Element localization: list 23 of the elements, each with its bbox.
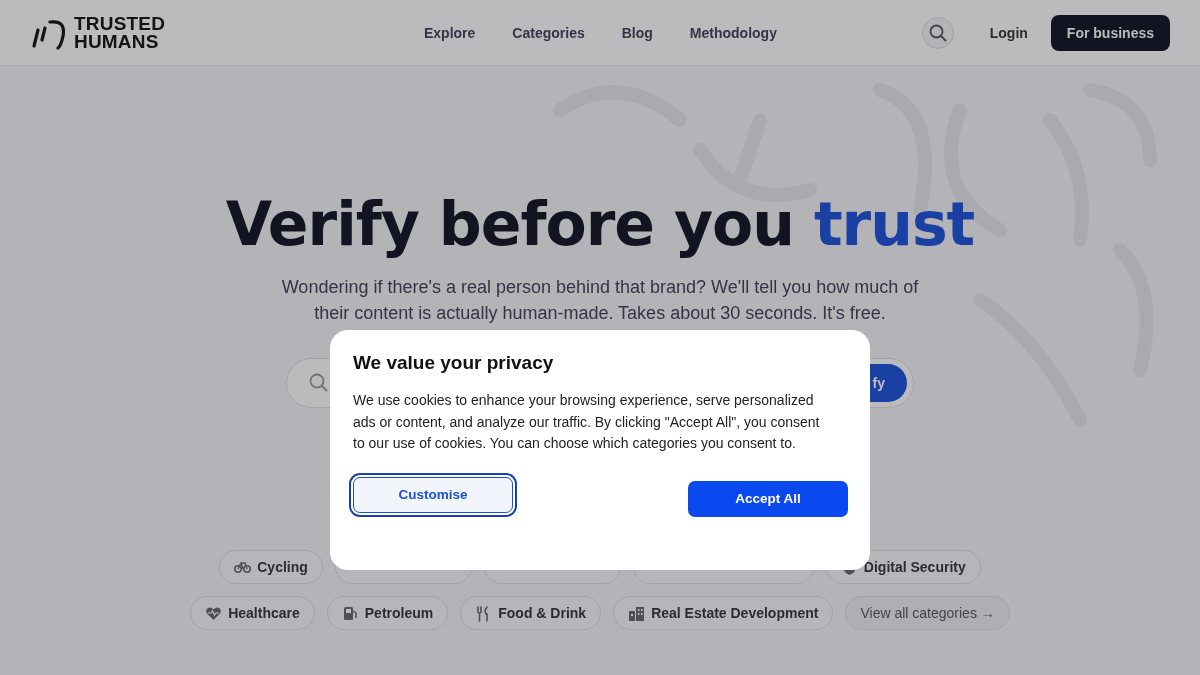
nav-link[interactable]: Categories <box>512 24 585 41</box>
for-business-button[interactable]: For business <box>1050 14 1170 51</box>
search-icon <box>928 23 947 42</box>
hero-subtitle: Wondering if there's a real person behind that brand? We'll tell you how much of their content is actually human-made. Takes about 30 seconds. It's free. <box>280 276 920 325</box>
nav-link[interactable]: Blog <box>621 24 653 41</box>
nav-link[interactable]: Methodology <box>689 24 777 41</box>
nav-link[interactable]: Explore <box>424 24 476 41</box>
category-chip[interactable]: Cycling <box>219 550 323 584</box>
dialog-text: We use cookies to enhance your browsing experience, serve personalized ads or content, and analyze our traffic. By clicking "Accept All", you consent to our use of cookies. You can choose which categories you consent to. <box>353 391 821 453</box>
view-all-categories-link[interactable]: View all categories → <box>845 596 1010 630</box>
accept-all-button[interactable]: Accept All <box>688 480 848 517</box>
buildings-icon <box>628 604 646 622</box>
category-chip[interactable]: Food & Drink <box>460 596 602 630</box>
hero-title: Verify before you trust <box>225 188 975 261</box>
login-link[interactable]: Login <box>989 24 1028 41</box>
category-chip[interactable]: Healthcare <box>190 596 315 630</box>
search-icon <box>309 373 329 393</box>
logo-text: TRUSTED HUMANS <box>74 14 166 51</box>
category-chip[interactable]: Real Estate Development <box>613 596 834 630</box>
search-button[interactable] <box>921 16 954 49</box>
category-chip[interactable]: Petroleum <box>326 596 449 630</box>
dialog-title: We value your privacy <box>353 352 555 374</box>
fuel-pump-icon <box>341 604 359 622</box>
